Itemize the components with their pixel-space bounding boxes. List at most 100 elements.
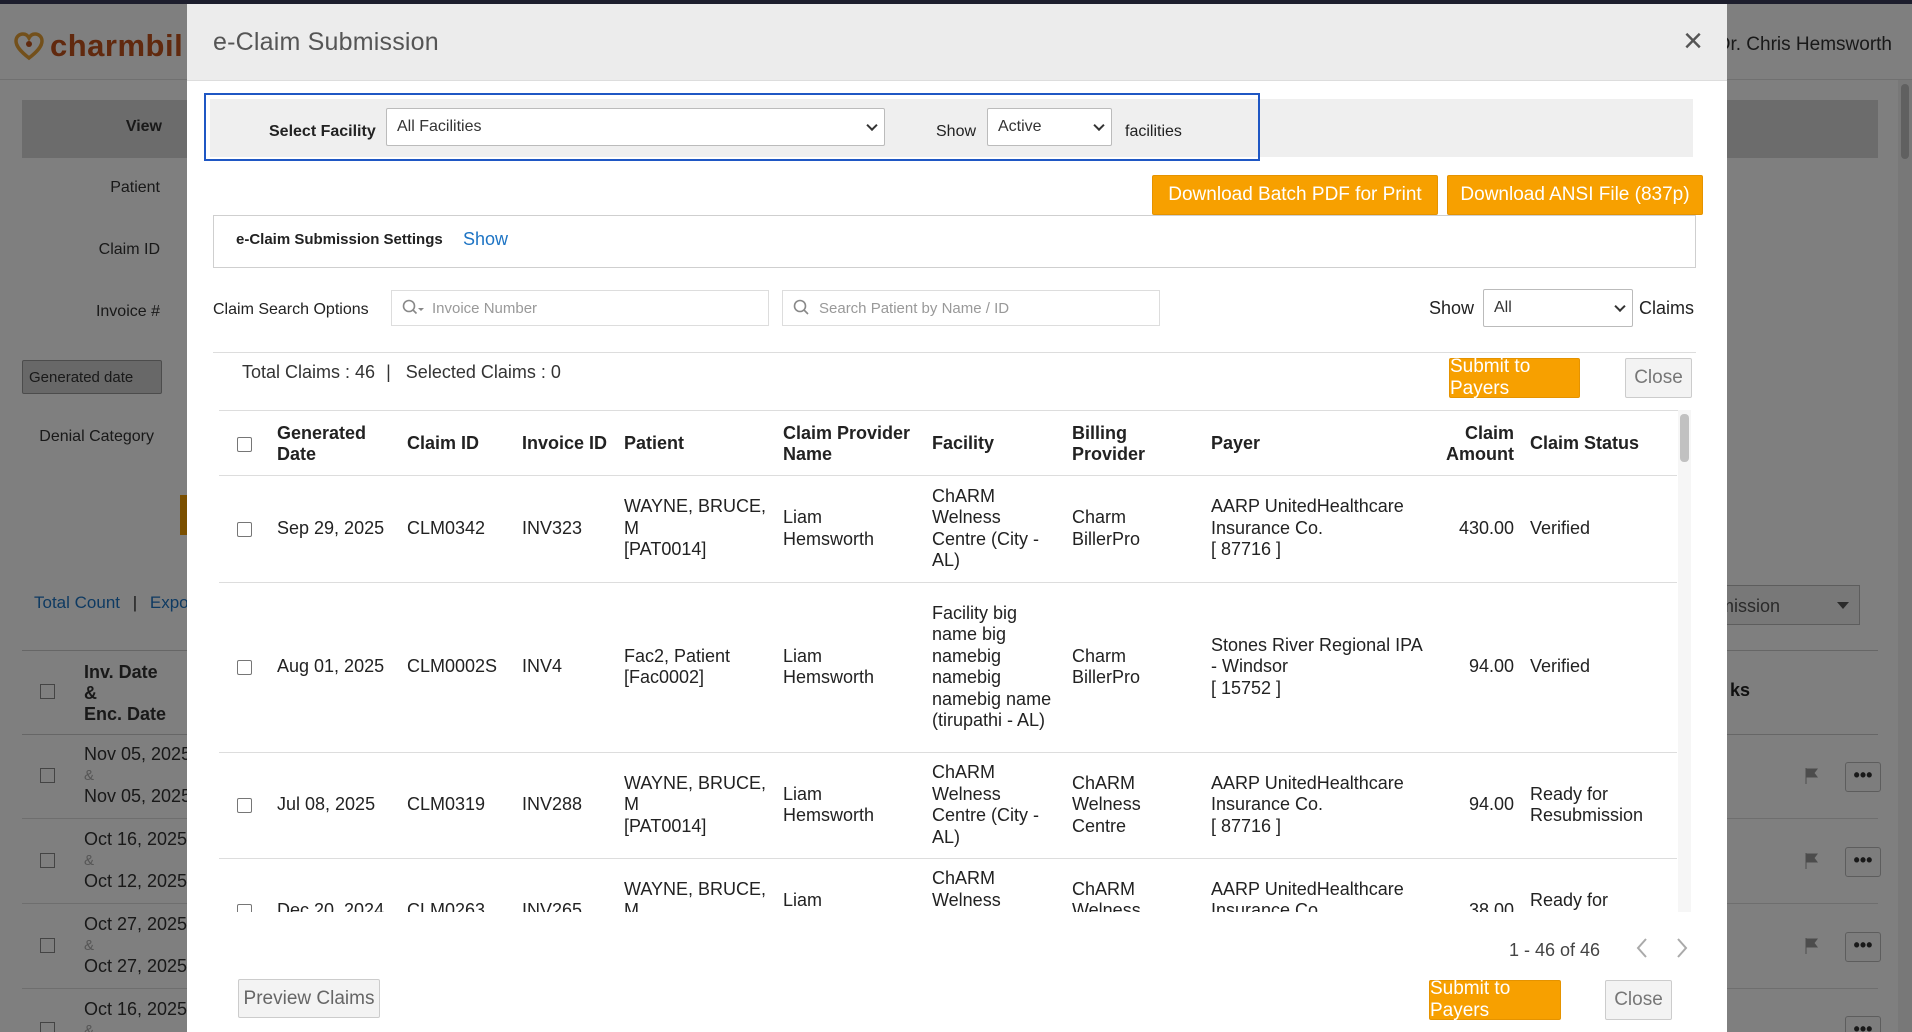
- close-icon[interactable]: ×: [1683, 24, 1703, 58]
- eclaim-modal: e-Claim Submission × Select Facility All…: [187, 4, 1727, 1032]
- payer-name: AARP UnitedHealthcare Insurance Co.: [1211, 496, 1404, 538]
- modal-title: e-Claim Submission: [213, 28, 439, 56]
- cell-provider: Liam Hemsworth: [775, 752, 924, 859]
- header-claim-amount[interactable]: Claim Amount: [1433, 411, 1522, 476]
- cell-invoice-id: INV323: [514, 475, 616, 583]
- header-claim-status[interactable]: Claim Status: [1522, 411, 1677, 476]
- cell-date: Dec 20, 2024: [269, 858, 399, 912]
- patient-search-input[interactable]: Search Patient by Name / ID: [782, 290, 1160, 326]
- payer-name: AARP UnitedHealthcare Insurance Co.: [1211, 772, 1404, 815]
- settings-show-link[interactable]: Show: [463, 229, 508, 250]
- patient-id: [PAT0014]: [624, 539, 707, 560]
- facility-status-value: Active: [998, 118, 1042, 135]
- claims-show-select[interactable]: All: [1483, 289, 1633, 327]
- cell-facility: ChARM Welness Centre (City - AL): [924, 475, 1064, 583]
- close-button-top[interactable]: Close: [1625, 358, 1692, 398]
- table-row[interactable]: Dec 20, 2024 CLM0263 INV265 WAYNE, BRUCE…: [219, 858, 1677, 912]
- submit-to-payers-button-bottom[interactable]: Submit to Payers: [1429, 978, 1561, 1021]
- row-select-cell: [219, 752, 269, 859]
- facility-select[interactable]: All Facilities: [386, 108, 885, 146]
- submit-to-payers-button-top[interactable]: Submit to Payers: [1449, 356, 1580, 399]
- header-provider[interactable]: Claim Provider Name: [775, 411, 924, 476]
- facility-status-select[interactable]: Active: [987, 108, 1112, 146]
- header-facility[interactable]: Facility: [924, 411, 1064, 476]
- table-scrollbar[interactable]: [1678, 410, 1691, 912]
- cell-status: Verified: [1522, 475, 1677, 583]
- cell-amount: 94.00: [1433, 752, 1522, 859]
- download-batch-pdf-button[interactable]: Download Batch PDF for Print: [1152, 175, 1438, 215]
- preview-claims-button[interactable]: Preview Claims: [238, 979, 380, 1018]
- row-checkbox[interactable]: [236, 660, 252, 675]
- total-claims-value: 46: [355, 362, 376, 382]
- facilities-suffix: facilities: [1125, 123, 1182, 140]
- select-facility-label: Select Facility: [269, 123, 376, 140]
- cell-patient: Fac2, Patient [Fac0002]: [616, 582, 775, 753]
- patient-name: WAYNE, BRUCE, M: [624, 772, 767, 815]
- patient-name: WAYNE, BRUCE, M: [624, 496, 767, 538]
- table-row[interactable]: Aug 01, 2025 CLM0002S INV4 Fac2, Patient…: [219, 582, 1677, 753]
- table-header-row: Generated Date Claim ID Invoice ID Patie…: [219, 411, 1677, 476]
- search-dropdown-icon[interactable]: [402, 299, 424, 317]
- claims-totals: Total Claims : 46 | Selected Claims : 0: [242, 362, 561, 383]
- cell-amount: 430.00: [1433, 475, 1522, 583]
- claims-table: Generated Date Claim ID Invoice ID Patie…: [219, 411, 1677, 912]
- payer-id: [ 15752 ]: [1211, 677, 1282, 698]
- cell-amount: 38.00: [1433, 858, 1522, 912]
- pagination-info: 1 - 46 of 46: [1509, 940, 1601, 960]
- row-select-cell: [219, 475, 269, 583]
- cell-status: Ready for Resubmission: [1522, 858, 1677, 912]
- cell-billing-provider: ChARM Welness Centre: [1064, 752, 1203, 859]
- search-icon: [793, 299, 809, 315]
- row-checkbox[interactable]: [236, 521, 252, 537]
- cell-provider: Liam Hemsworth: [775, 858, 924, 912]
- header-billing-provider[interactable]: Billing Provider: [1064, 411, 1203, 476]
- header-generated-date[interactable]: Generated Date: [269, 411, 399, 476]
- cell-facility: Facility big name big namebig namebig na…: [924, 582, 1064, 753]
- chevron-down-icon: [1093, 119, 1105, 132]
- table-scrollbar-thumb[interactable]: [1680, 414, 1689, 462]
- invoice-search-input[interactable]: Invoice Number: [391, 290, 769, 326]
- claims-table-container[interactable]: Generated Date Claim ID Invoice ID Patie…: [219, 410, 1691, 912]
- header-patient[interactable]: Patient: [616, 411, 775, 476]
- claim-search-label: Claim Search Options: [213, 301, 369, 318]
- row-checkbox[interactable]: [236, 904, 252, 912]
- cell-payer: Stones River Regional IPA - Windsor[ 157…: [1203, 582, 1433, 753]
- download-ansi-button[interactable]: Download ANSI File (837p): [1447, 175, 1703, 215]
- cell-billing-provider: ChARM Welness Centre: [1064, 858, 1203, 912]
- header-payer[interactable]: Payer: [1203, 411, 1433, 476]
- chevron-left-icon[interactable]: [1634, 936, 1650, 960]
- patient-name: Fac2, Patient: [624, 645, 731, 666]
- cell-patient: WAYNE, BRUCE, M[PAT0014]: [616, 475, 775, 583]
- facility-show-label: Show: [936, 123, 977, 140]
- row-select-cell: [219, 582, 269, 753]
- modal-header: e-Claim Submission ×: [187, 4, 1727, 81]
- cell-patient: WAYNE, BRUCE, M[PAT0014]: [616, 752, 775, 859]
- cell-payer: AARP UnitedHealthcare Insurance Co.[ 877…: [1203, 475, 1433, 583]
- close-button-bottom[interactable]: Close: [1605, 980, 1672, 1020]
- cell-payer: AARP UnitedHealthcare Insurance Co.[ 877…: [1203, 752, 1433, 859]
- cell-claim-id: CLM0263: [399, 858, 514, 912]
- row-checkbox[interactable]: [236, 798, 252, 813]
- cell-facility: ChARM Welness Centre (City - AL): [924, 858, 1064, 912]
- chevron-down-icon: [866, 119, 878, 132]
- chevron-right-icon[interactable]: [1674, 936, 1690, 960]
- payer-name: Stones River Regional IPA - Windsor: [1211, 634, 1422, 677]
- table-row[interactable]: Jul 08, 2025 CLM0319 INV288 WAYNE, BRUCE…: [219, 752, 1677, 859]
- patient-id: [Fac0002]: [624, 667, 705, 687]
- patient-search-placeholder: Search Patient by Name / ID: [819, 299, 1010, 317]
- header-invoice-id[interactable]: Invoice ID: [514, 411, 616, 476]
- cell-invoice-id: INV265: [514, 858, 616, 912]
- table-row[interactable]: Sep 29, 2025 CLM0342 INV323 WAYNE, BRUCE…: [219, 475, 1677, 583]
- cell-patient: WAYNE, BRUCE, M[PAT0014]: [616, 858, 775, 912]
- patient-name: WAYNE, BRUCE, M: [624, 878, 767, 912]
- cell-invoice-id: INV288: [514, 752, 616, 859]
- selected-claims-label: Selected Claims :: [405, 362, 546, 382]
- header-claim-id[interactable]: Claim ID: [399, 411, 514, 476]
- cell-date: Aug 01, 2025: [269, 582, 399, 753]
- select-all-checkbox[interactable]: [236, 437, 252, 452]
- cell-provider: Liam Hemsworth: [775, 582, 924, 753]
- eclaim-settings-panel: e-Claim Submission Settings Show: [213, 215, 1696, 268]
- payer-id: [ 87716 ]: [1211, 815, 1282, 836]
- cell-claim-id: CLM0002S: [399, 582, 514, 753]
- cell-status: Ready for Resubmission: [1522, 752, 1677, 859]
